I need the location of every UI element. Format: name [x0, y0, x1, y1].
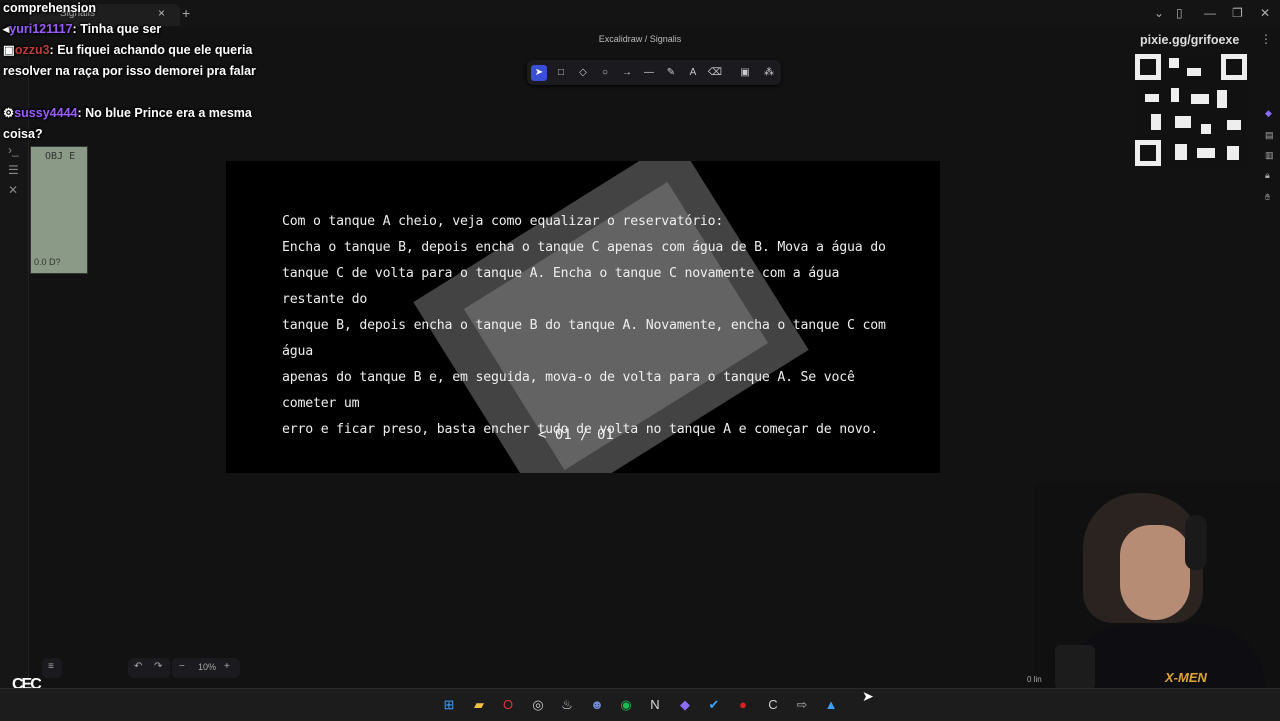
spotify-icon[interactable]: ◉ [618, 697, 634, 713]
arrow-tool-icon[interactable]: → [619, 65, 635, 81]
zoom-out-button[interactable]: − [179, 661, 185, 672]
rectangle-tool-icon[interactable]: □ [553, 65, 569, 81]
thumbnail-top-label: OBJ E [45, 151, 76, 162]
app-icon[interactable]: ◎ [530, 697, 546, 713]
steam-icon[interactable]: ♨ [559, 697, 575, 713]
game-screenshot: Com o tanque A cheio, veja como equaliza… [226, 161, 940, 473]
chat-badge-icon: ⚙ [3, 106, 15, 120]
left-sidebar: ›_ ☰ ✕ [0, 51, 29, 688]
hamburger-icon: ≡ [48, 661, 54, 672]
thumbnail-bottom-label: 0.0 D? [34, 257, 61, 267]
document-icon[interactable]: ▤ [1265, 130, 1274, 141]
mouse-cursor-icon: ➤ [862, 688, 874, 704]
chat-username: ozzu3 [14, 43, 50, 57]
pencil-tool-icon[interactable]: ✎ [663, 65, 679, 81]
chat-text: Tinha que ser [80, 22, 162, 36]
zoom-controls: − 10% + [172, 658, 240, 678]
tools-icon[interactable]: ✕ [8, 183, 18, 197]
main-menu-button[interactable]: ≡ [42, 658, 62, 678]
instruction-line: apenas do tanque B e, em seguida, mova-o… [282, 370, 855, 411]
instruction-line: Encha o tanque B, depois encha o tanque … [282, 240, 886, 255]
webcam-face [1120, 525, 1190, 620]
todo-icon[interactable]: ✔ [706, 697, 722, 713]
list-icon[interactable]: ☰ [8, 163, 19, 177]
redo-icon[interactable]: ↷ [154, 661, 162, 672]
browser-icon[interactable]: C [765, 697, 781, 713]
delta-app-icon[interactable]: ▲ [823, 697, 839, 713]
line-tool-icon[interactable]: — [641, 65, 657, 81]
qr-code [1135, 54, 1247, 166]
undo-redo-group: ↶ ↷ [128, 658, 170, 678]
chat-message: ⚙sussy4444: No blue Prince era a mesma c… [3, 106, 252, 141]
webcam-feed: X-MEN [1035, 485, 1280, 688]
ellipse-tool-icon[interactable]: ○ [597, 65, 613, 81]
undo-icon[interactable]: ↶ [134, 661, 142, 672]
tab-close-icon[interactable]: × [158, 6, 165, 20]
chat-username: sussy4444 [14, 106, 78, 120]
headset-icon [1185, 515, 1207, 570]
terminal-icon[interactable]: ›_ [8, 143, 19, 157]
sidebar-toggle-icon[interactable]: ▯ [1176, 6, 1183, 20]
minimize-icon[interactable]: — [1204, 6, 1216, 20]
chat-badge-icon: ▣ [3, 43, 15, 57]
chat-message: ◂yuri121117: Tinha que ser [3, 22, 162, 36]
eraser-tool-icon[interactable]: ⌫ [707, 65, 723, 81]
shirt-logo: X-MEN [1165, 670, 1207, 685]
chat-username: yuri121117 [9, 22, 73, 36]
browser-titlebar: Signalis × + ⌄ ▯ — ❐ ✕ [0, 0, 1280, 27]
panel-icon[interactable]: ▥ [1265, 150, 1274, 161]
zoom-in-button[interactable]: + [224, 661, 230, 672]
file-explorer-icon[interactable]: ▰ [471, 697, 487, 713]
excalidraw-toolbar: ➤ □ ◇ ○ → — ✎ A ⌫ ▣ ⁂ [527, 60, 781, 85]
lock-icon[interactable]: 🔒︎ [1265, 170, 1270, 181]
chat-top-text: comprehension [3, 1, 97, 15]
restore-icon[interactable]: ❐ [1232, 6, 1243, 20]
notion-icon[interactable]: N [647, 697, 663, 713]
qr-label: pixie.gg/grifoexe [1140, 33, 1240, 47]
image-tool-icon[interactable]: ▣ [737, 65, 753, 81]
instruction-line: tanque B, depois encha o tanque B do tan… [282, 318, 886, 359]
chat-message: ▣ozzu3: Eu fiquei achando que ele queria… [3, 43, 256, 78]
instruction-line: tanque C de volta para o tanque A. Encha… [282, 266, 840, 307]
menu-dots-icon[interactable]: ⋮ [1260, 32, 1272, 46]
more-tools-icon[interactable]: ⁂ [761, 65, 777, 81]
opera-icon[interactable]: O [500, 697, 516, 713]
instruction-text: Com o tanque A cheio, veja como equaliza… [282, 209, 902, 443]
diamond-tool-icon[interactable]: ◇ [575, 65, 591, 81]
chevron-down-icon[interactable]: ⌄ [1154, 6, 1164, 20]
text-tool-icon[interactable]: A [685, 65, 701, 81]
page-indicator: < 01 / 01 [538, 427, 614, 443]
windows-start-icon[interactable]: ⊞ [441, 697, 457, 713]
instruction-line: Com o tanque A cheio, veja como equaliza… [282, 214, 724, 229]
library-icon[interactable]: ◆ [1265, 108, 1272, 119]
taskbar: ⊞ ▰ O ◎ ♨ ☻ ◉ N ◆ ✔ ● C ⇨ ▲ [0, 688, 1280, 721]
discord-icon[interactable]: ☻ [589, 697, 605, 713]
new-tab-button[interactable]: + [182, 5, 190, 21]
arrow-app-icon[interactable]: ⇨ [794, 697, 810, 713]
record-icon[interactable]: ● [735, 697, 751, 713]
close-window-icon[interactable]: ✕ [1260, 6, 1270, 20]
obsidian-icon[interactable]: ◆ [677, 697, 693, 713]
hand-icon[interactable]: ✋︎ [1265, 192, 1270, 203]
notes-thumbnail: OBJ E 0.0 D? [30, 146, 88, 274]
microphone-icon [1055, 645, 1095, 688]
zoom-level[interactable]: 10% [198, 662, 216, 672]
overlay-tag: 0 lin [1027, 675, 1042, 684]
select-tool-icon[interactable]: ➤ [531, 65, 547, 81]
